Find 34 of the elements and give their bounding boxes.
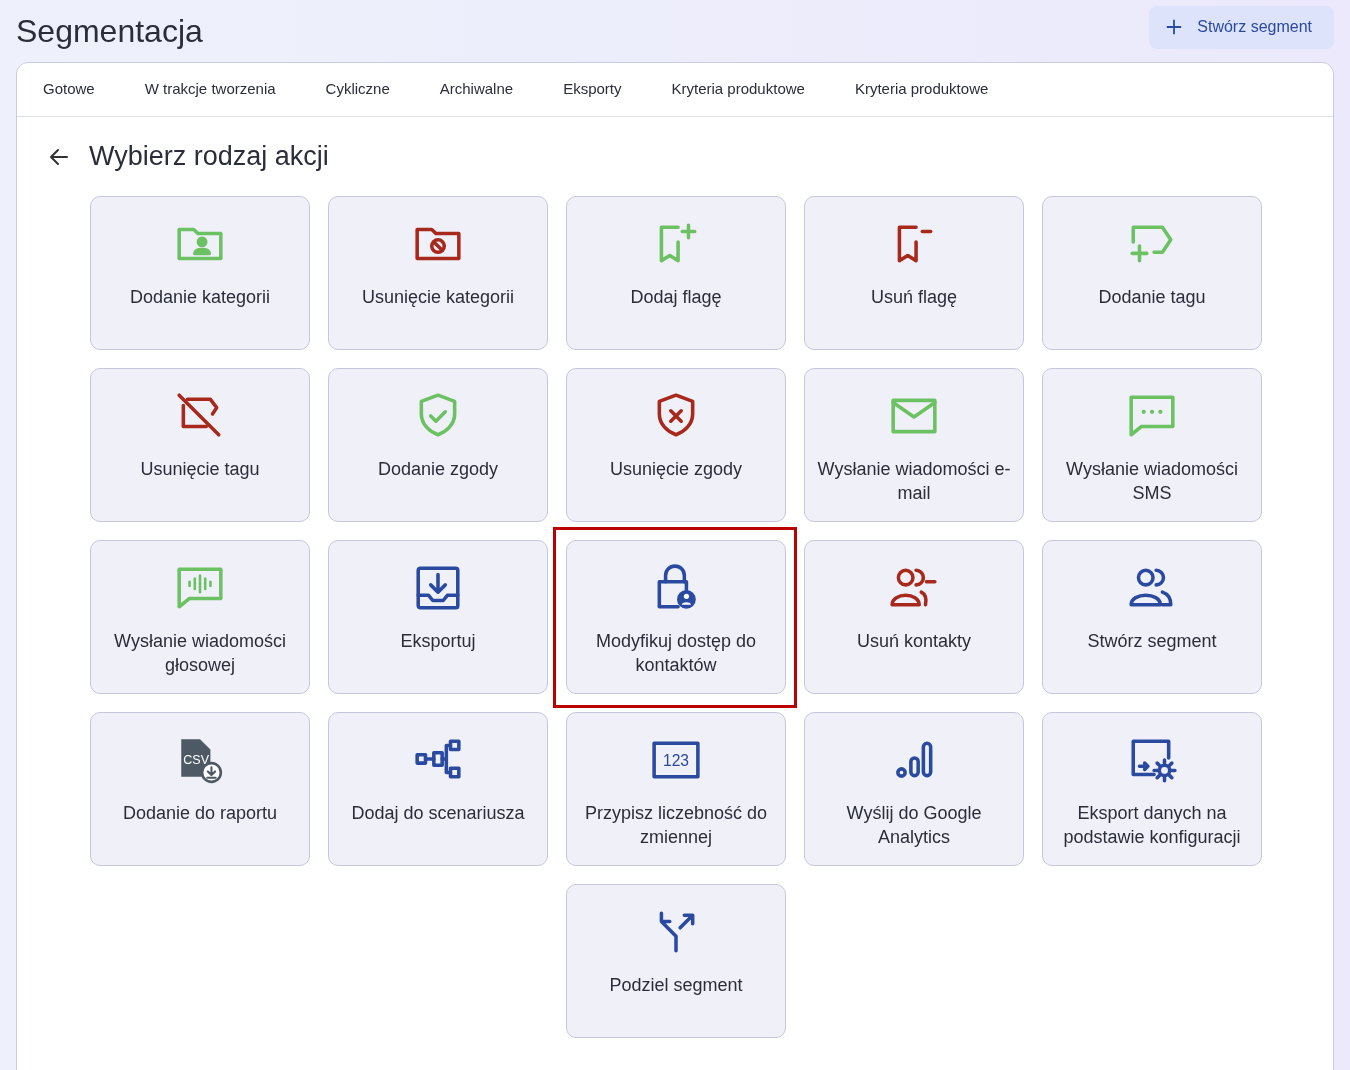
tab[interactable]: Archiwalne: [421, 63, 532, 116]
action-card[interactable]: Usuń kontakty: [804, 540, 1024, 694]
tab[interactable]: Gotowe: [25, 63, 113, 116]
tab[interactable]: Cykliczne: [307, 63, 408, 116]
plus-icon: [1165, 18, 1184, 36]
action-card[interactable]: Usunięcie tagu: [90, 368, 310, 522]
action-card[interactable]: Stwórz segment: [1042, 540, 1262, 694]
icon-label: CSV: [183, 753, 210, 768]
action-card[interactable]: Wysłanie wiadomości głosowej: [90, 540, 310, 694]
page-title: Segmentacja: [16, 12, 203, 50]
action-card[interactable]: Dodaj flagę: [566, 196, 786, 350]
tab[interactable]: Kryteria produktowe: [836, 63, 1007, 116]
action-card[interactable]: Dodaj do scenariusza: [328, 712, 548, 866]
section-title: Wybierz rodzaj akcji: [89, 141, 329, 172]
tab[interactable]: W trakcje tworzenia: [126, 63, 294, 116]
action-card[interactable]: Podziel segment: [566, 884, 786, 1038]
action-card[interactable]: Wysłanie wiadomości SMS: [1042, 368, 1262, 522]
action-card[interactable]: Usunięcie kategorii: [328, 196, 548, 350]
action-card[interactable]: CSV Dodanie do raportu: [90, 712, 310, 866]
action-card[interactable]: 123 Przypisz liczebność do zmiennej: [566, 712, 786, 866]
action-card[interactable]: Wysłanie wiadomości e-mail: [804, 368, 1024, 522]
action-card[interactable]: Usuń flagę: [804, 196, 1024, 350]
action-card[interactable]: Modyfikuj dostęp do kontaktów: [566, 540, 786, 694]
tab[interactable]: Kryteria produktowe: [653, 63, 823, 116]
action-card[interactable]: Wyślij do Google Analytics: [804, 712, 1024, 866]
icon-label: 123: [663, 752, 689, 770]
action-card[interactable]: Dodanie kategorii: [90, 196, 310, 350]
action-card[interactable]: Dodanie zgody: [328, 368, 548, 522]
action-card[interactable]: Dodanie tagu: [1042, 196, 1262, 350]
action-card[interactable]: Eksport danych na podstawie konfiguracji: [1042, 712, 1262, 866]
action-card[interactable]: Usunięcie zgody: [566, 368, 786, 522]
create-segment-button[interactable]: Stwórz segment: [1149, 5, 1334, 49]
tab[interactable]: Eksporty: [545, 63, 640, 116]
action-card[interactable]: Eksportuj: [328, 540, 548, 694]
